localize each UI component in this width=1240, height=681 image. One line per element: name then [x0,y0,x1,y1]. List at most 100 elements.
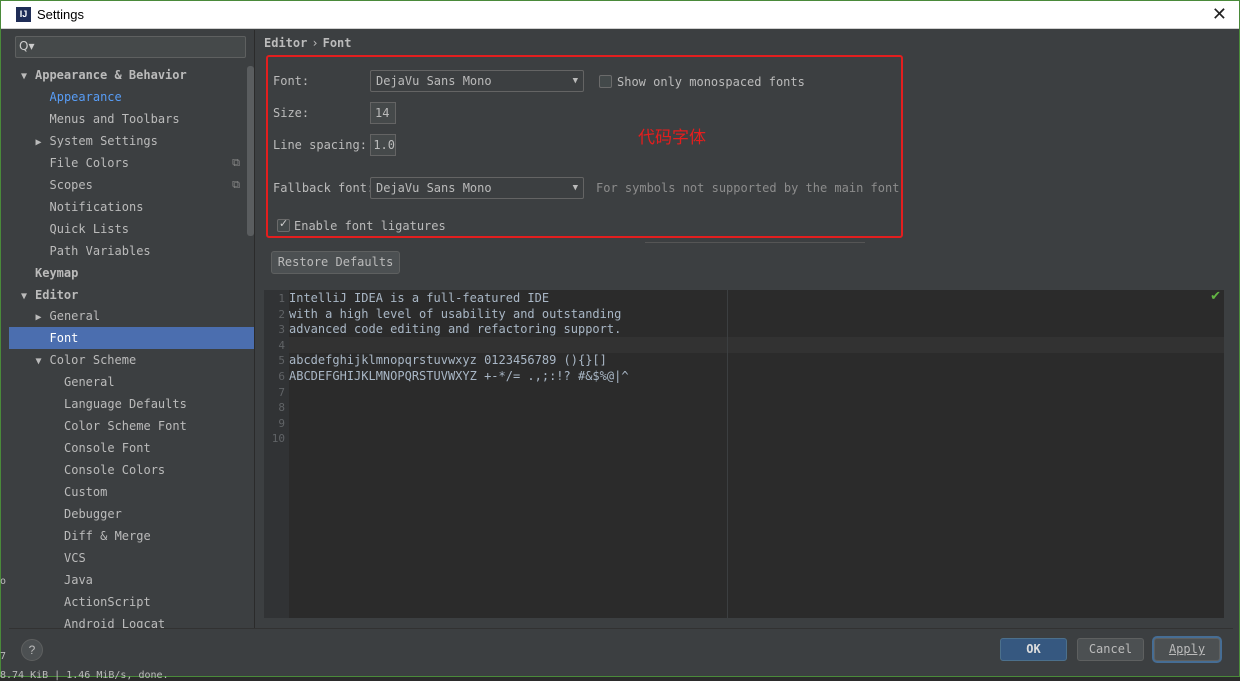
help-button[interactable]: ? [21,639,43,661]
collapse-arrow-icon[interactable]: ▶ [36,307,50,329]
collapse-arrow-icon[interactable]: ▶ [36,132,50,154]
sidebar-item-console-font[interactable]: Console Font [9,437,254,459]
line-number: 7 [278,385,285,399]
sidebar-item-label: File Colors [49,155,129,170]
apply-button[interactable]: Apply [1154,638,1220,661]
sidebar-item-label: Appearance & Behavior [35,68,187,82]
expand-arrow-icon[interactable]: ▼ [21,286,35,308]
sidebar-item-label: Font [49,331,79,346]
font-size-field[interactable]: 14 [370,102,396,124]
fallback-font-value: DejaVu Sans Mono [376,181,492,195]
preview-line: ABCDEFGHIJKLMNOPQRSTUVWXYZ +-*/= .,;:!? … [289,369,629,383]
title-bar: IJ Settings ✕ [1,1,1239,29]
line-number: 9 [278,416,285,430]
sidebar-item-console-colors[interactable]: Console Colors [9,459,254,481]
font-settings-panel: Editor › Font Font: DejaVu Sans Mono ▼ Sho… [255,30,1233,628]
sidebar-item-general[interactable]: ▶ General [9,305,254,327]
sidebar-item-keymap[interactable]: Keymap [9,262,254,284]
sidebar-item-notifications[interactable]: Notifications [9,196,254,218]
line-number: 4 [278,338,285,352]
font-family-select[interactable]: DejaVu Sans Mono ▼ [370,70,584,92]
settings-search-input[interactable]: Q▾ [15,36,246,58]
sidebar-item-vcs[interactable]: VCS [9,547,254,569]
restore-defaults-button[interactable]: Restore Defaults [271,251,400,274]
font-family-value: DejaVu Sans Mono [376,74,492,88]
chevron-down-icon: ▼ [572,76,578,86]
enable-ligatures-label: Enable font ligatures [294,219,446,233]
background-status-text: 8.74 KiB | 1.46 MiB/s, done. [0,670,169,681]
sidebar-scrollbar[interactable] [247,66,254,236]
background-text-fragment: o [0,576,7,587]
line-number: 8 [278,401,285,415]
sidebar-item-java[interactable]: Java [9,569,254,591]
sidebar-item-label: Notifications [49,199,144,214]
sidebar-item-color-scheme[interactable]: ▼ Color Scheme [9,349,254,371]
line-number: 10 [271,432,285,446]
sidebar-item-label: System Settings [49,133,158,148]
expand-arrow-icon[interactable]: ▼ [36,351,50,373]
sidebar-item-label: Java [64,572,93,587]
sidebar-item-custom[interactable]: Custom [9,481,254,503]
sidebar-item-system-settings[interactable]: ▶ System Settings [9,130,254,152]
sidebar-item-label: Debugger [64,507,122,521]
annotation-text: 代码字体 [638,128,706,148]
sidebar-item-quick-lists[interactable]: Quick Lists [9,218,254,240]
line-number: 1 [278,292,285,305]
sidebar-item-label: Android Logcat [64,616,166,628]
breadcrumb-parent[interactable]: Editor [264,36,307,50]
line-spacing-label: Line spacing: [273,138,367,152]
sidebar-item-editor[interactable]: ▼ Editor [9,284,254,306]
dialog-button-bar: ? OK Cancel Apply [9,628,1233,672]
line-number-gutter: 1 2 3 4 5 6 7 8 9 10 [264,290,289,618]
sidebar-item-label: Quick Lists [49,221,129,236]
line-number: 6 [278,370,285,383]
settings-dialog: IJ Settings ✕ Q▾ ▼ Appearance & Behavior A… [0,0,1240,677]
sidebar-item-label: Scopes [49,177,93,192]
sidebar-item-label: Color Scheme [49,353,137,368]
fallback-font-hint: For symbols not supported by the main fo… [596,181,900,195]
font-preview-editor[interactable]: 1 2 3 4 5 6 7 8 9 10 IntelliJ IDEA is a full-feat… [264,289,1224,618]
cancel-button[interactable]: Cancel [1077,638,1144,661]
sidebar-item-appearance-behavior[interactable]: ▼ Appearance & Behavior [9,64,254,86]
intellij-app-icon: IJ [16,7,31,22]
sidebar-item-general[interactable]: General [9,371,254,393]
sidebar-item-debugger[interactable]: Debugger [9,503,254,525]
sidebar-item-actionscript[interactable]: ActionScript [9,591,254,613]
project-scope-icon: ⧉ [232,155,240,169]
sidebar-item-label: Keymap [35,265,79,280]
sidebar-item-font[interactable]: Font [9,327,254,350]
enable-ligatures-checkbox[interactable] [277,217,290,232]
show-monospaced-checkbox[interactable] [599,75,612,88]
project-scope-icon: ⧉ [232,177,240,191]
sidebar-item-label: Appearance [49,89,122,104]
background-text-fragment: 7 [0,651,7,662]
sidebar-item-label: Language Defaults [64,397,187,412]
sidebar-item-file-colors[interactable]: File Colors ⧉ [9,152,254,174]
sidebar-item-scopes[interactable]: Scopes ⧉ [9,174,254,196]
sidebar-item-label: VCS [64,550,86,565]
sidebar-item-menus-and-toolbars[interactable]: Menus and Toolbars [9,108,254,130]
sidebar-item-android-logcat[interactable]: Android Logcat [9,613,254,628]
checkmark-icon: ✔ [1210,289,1221,304]
sidebar-item-language-defaults[interactable]: Language Defaults [9,393,254,415]
sidebar-item-diff-merge[interactable]: Diff & Merge [9,525,254,547]
close-icon[interactable]: ✕ [1212,4,1227,25]
sidebar-item-label: General [64,375,115,390]
breadcrumb: Editor › Font [264,36,352,50]
ok-button[interactable]: OK [1000,638,1067,661]
font-highlight-box: Font: DejaVu Sans Mono ▼ Show only monos… [266,55,903,238]
sidebar-item-color-scheme-font[interactable]: Color Scheme Font [9,415,254,437]
fallback-font-select[interactable]: DejaVu Sans Mono ▼ [370,177,584,199]
sidebar-item-label: Console Font [64,441,151,456]
expand-arrow-icon[interactable]: ▼ [21,66,35,88]
sidebar-item-path-variables[interactable]: Path Variables [9,240,254,262]
sidebar-item-label: Color Scheme Font [64,419,187,434]
right-margin-guide [727,290,728,618]
sidebar-item-label: Editor [35,287,79,302]
sidebar-item-label: Menus and Toolbars [49,111,180,126]
search-icon: Q▾ [19,39,35,53]
sidebar-item-appearance[interactable]: Appearance [9,86,254,108]
line-spacing-field[interactable]: 1.0 [370,134,396,156]
size-label: Size: [273,106,310,120]
section-divider [645,242,865,243]
